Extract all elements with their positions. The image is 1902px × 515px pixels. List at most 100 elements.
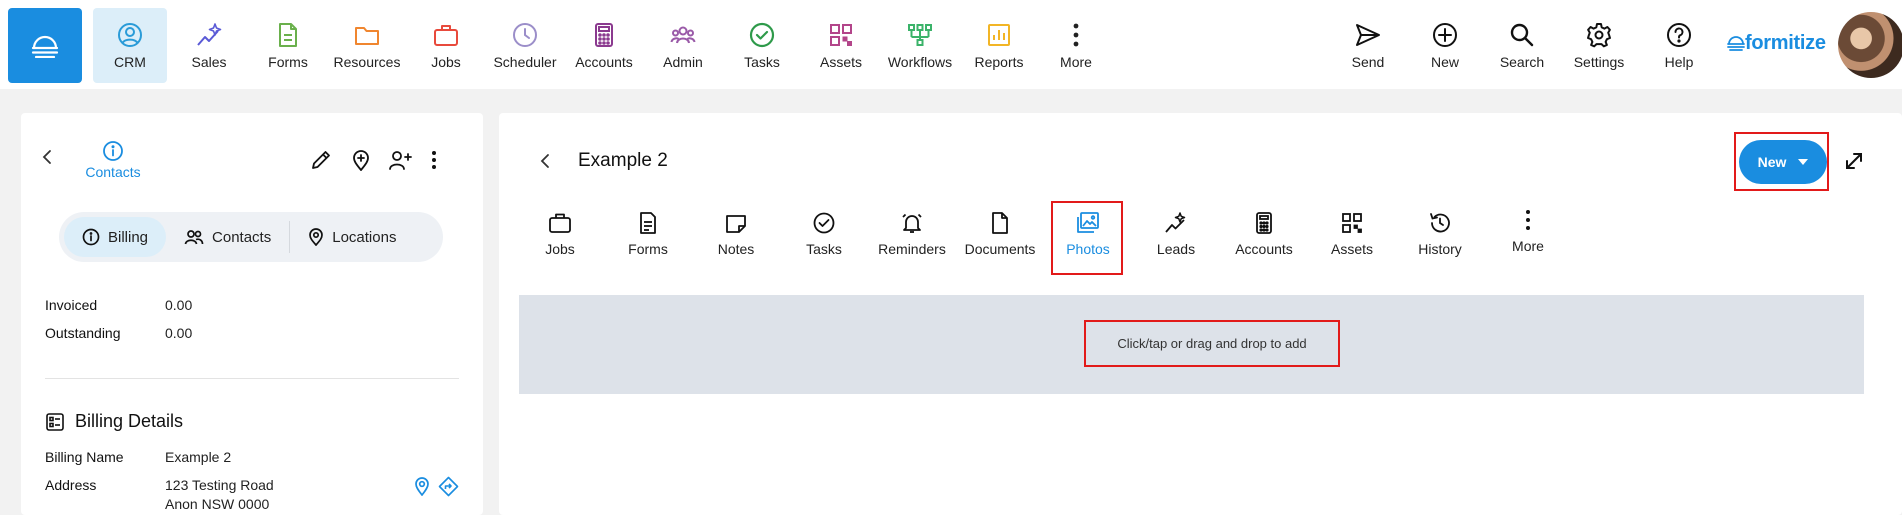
tab-label: Notes	[717, 241, 755, 257]
top-navigation-bar: CRM Sales Forms Resources Jobs Scheduler…	[0, 0, 1902, 89]
nav-send[interactable]: Send	[1331, 8, 1405, 83]
caret-down-icon	[1798, 159, 1809, 165]
nav-crm[interactable]: CRM	[93, 8, 167, 83]
contacts-info-link[interactable]: Contacts	[71, 140, 155, 180]
contacts-label: Contacts	[85, 164, 141, 180]
tab-forms[interactable]: Forms	[606, 201, 690, 271]
back-chevron-icon[interactable]	[539, 153, 553, 169]
folder-icon	[355, 27, 379, 45]
tab-history[interactable]: History	[1398, 201, 1482, 271]
nav-label: Send	[1351, 54, 1385, 70]
tab-notes[interactable]: Notes	[694, 201, 778, 271]
nav-label: Jobs	[431, 54, 461, 70]
document-icon	[640, 212, 656, 234]
nav-reports[interactable]: Reports	[962, 8, 1036, 83]
tab-label: Tasks	[806, 241, 842, 257]
nav-admin[interactable]: Admin	[646, 8, 720, 83]
nav-label: Settings	[1573, 54, 1625, 70]
address-line-1: 123 Testing Road	[165, 477, 274, 493]
nav-jobs[interactable]: Jobs	[409, 8, 483, 83]
tab-reminders[interactable]: Reminders	[870, 201, 954, 271]
calculator-icon	[595, 23, 613, 47]
briefcase-icon	[434, 25, 458, 46]
nav-workflows[interactable]: Workflows	[883, 8, 957, 83]
clock-icon	[513, 23, 537, 47]
nav-help[interactable]: Help	[1642, 8, 1716, 83]
map-pin-icon[interactable]	[414, 476, 430, 496]
invoiced-label: Invoiced	[45, 297, 98, 313]
nav-label: Scheduler	[493, 54, 557, 70]
nav-scheduler[interactable]: Scheduler	[488, 8, 562, 83]
home-logo-icon	[31, 35, 59, 58]
nav-label: Assets	[819, 54, 862, 70]
back-chevron-icon[interactable]	[41, 149, 55, 165]
nav-accounts[interactable]: Accounts	[567, 8, 641, 83]
people-icon	[184, 230, 204, 245]
contact-summary-panel: Contacts Billing Contacts Locations Invo…	[21, 113, 483, 515]
add-person-icon[interactable]	[388, 149, 412, 171]
tab-label: Leads	[1156, 241, 1196, 257]
edit-pencil-icon[interactable]	[310, 149, 332, 171]
nav-forms[interactable]: Forms	[251, 8, 325, 83]
nav-label: Search	[1499, 54, 1545, 70]
tab-assets[interactable]: Assets	[1310, 201, 1394, 271]
segment-locations[interactable]: Locations	[290, 217, 414, 257]
tab-jobs[interactable]: Jobs	[518, 201, 602, 271]
briefcase-icon	[549, 213, 571, 233]
outstanding-value: 0.00	[165, 325, 193, 341]
record-detail-panel: Example 2 New Jobs Forms Notes Tasks Rem…	[499, 113, 1902, 515]
record-title: Example 2	[578, 150, 668, 171]
user-avatar[interactable]	[1838, 12, 1902, 78]
address-line-2: Anon NSW 0000	[165, 496, 270, 512]
nav-more[interactable]: More	[1039, 8, 1113, 83]
nav-label: Reports	[974, 54, 1024, 70]
qr-code-icon	[1342, 213, 1362, 233]
nav-new[interactable]: New	[1408, 8, 1482, 83]
nav-resources[interactable]: Resources	[330, 8, 404, 83]
home-button[interactable]	[8, 8, 82, 83]
tab-accounts[interactable]: Accounts	[1222, 201, 1306, 271]
panel-segmented-tabs: Billing Contacts Locations	[59, 212, 443, 262]
new-dropdown-button[interactable]: New	[1739, 140, 1827, 184]
check-circle-icon	[749, 22, 775, 48]
more-vertical-icon	[1073, 23, 1079, 47]
search-icon	[1510, 23, 1534, 47]
tab-tasks[interactable]: Tasks	[782, 201, 866, 271]
segment-contacts[interactable]: Contacts	[166, 217, 289, 257]
tab-leads[interactable]: Leads	[1134, 201, 1218, 271]
nav-label: CRM	[114, 54, 146, 70]
map-pin-icon	[309, 228, 324, 246]
tab-label: Jobs	[545, 241, 575, 257]
nav-label: Forms	[268, 54, 308, 70]
nav-sales[interactable]: Sales	[172, 8, 246, 83]
directions-icon[interactable]	[438, 476, 459, 497]
address-label: Address	[45, 477, 97, 493]
nav-settings[interactable]: Settings	[1562, 8, 1636, 83]
more-vertical-icon[interactable]	[429, 149, 439, 171]
plus-circle-icon	[1433, 23, 1457, 47]
workflow-icon	[908, 24, 932, 46]
tab-documents[interactable]: Documents	[958, 201, 1042, 271]
billing-name-value: Example 2	[165, 449, 232, 465]
nav-assets[interactable]: Assets	[804, 8, 878, 83]
send-icon	[1356, 24, 1380, 46]
info-icon	[82, 228, 100, 246]
nav-label: Tasks	[744, 54, 780, 70]
tab-more[interactable]: More	[1486, 198, 1570, 268]
sparkle-chart-icon	[1165, 212, 1186, 233]
calculator-icon	[1256, 212, 1272, 234]
nav-label: Accounts	[575, 54, 633, 70]
expand-icon[interactable]	[1843, 150, 1865, 172]
nav-search[interactable]: Search	[1485, 8, 1559, 83]
dropzone-prompt[interactable]: Click/tap or drag and drop to add	[1084, 320, 1340, 367]
photo-dropzone[interactable]: Click/tap or drag and drop to add	[519, 295, 1864, 394]
tab-label: Assets	[1330, 241, 1373, 257]
bar-chart-icon	[988, 24, 1010, 46]
brand-logo[interactable]: formitize	[1727, 32, 1826, 55]
add-location-icon[interactable]	[350, 149, 372, 171]
segment-billing[interactable]: Billing	[64, 217, 167, 257]
document-icon	[279, 23, 297, 47]
dropzone-text: Click/tap or drag and drop to add	[1117, 336, 1307, 351]
people-group-icon	[670, 26, 696, 44]
nav-tasks[interactable]: Tasks	[725, 8, 799, 83]
